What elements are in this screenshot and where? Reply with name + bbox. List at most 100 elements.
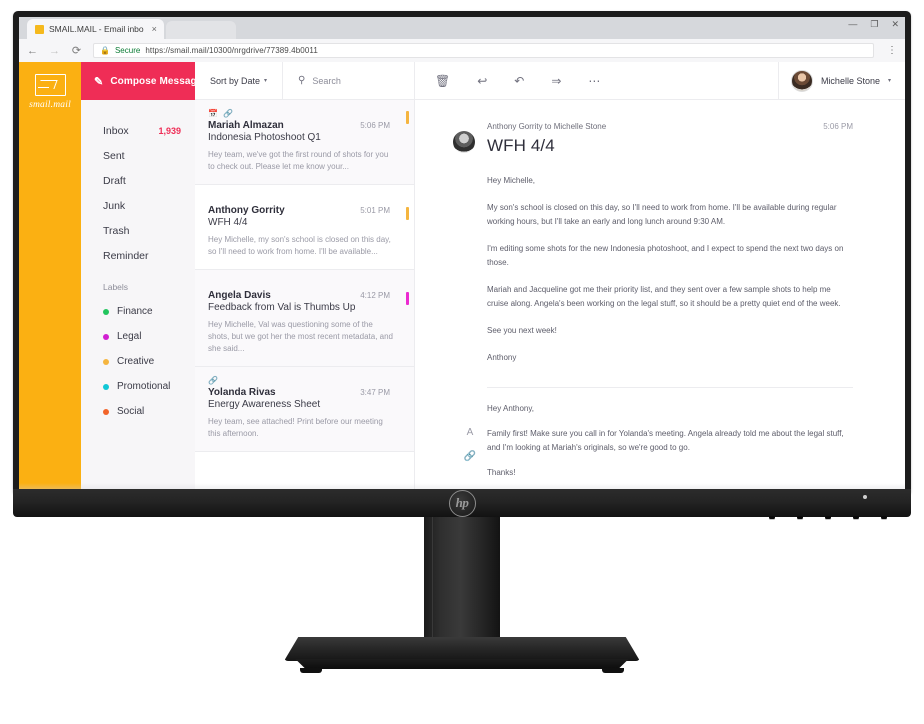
reload-button[interactable]: ⟳	[71, 44, 82, 57]
label-color-dot	[103, 408, 109, 415]
calendar-icon: 📅	[208, 108, 218, 118]
reply-text-area[interactable]: Hey Anthony, Family first! Make sure you…	[487, 402, 853, 491]
sort-label: Sort by Date	[209, 75, 260, 86]
monitor-button[interactable]	[769, 516, 775, 519]
reader-paragraph: Mariah and Jacqueline got me their prior…	[487, 285, 841, 308]
search-placeholder: Search	[312, 75, 341, 86]
monitor-bezel-bottom: hp	[13, 489, 911, 519]
compose-message-button[interactable]: ✎ Compose Message	[81, 62, 202, 100]
folder-list: Inbox 1,939 Sent Draft Junk Trash Remind…	[81, 100, 195, 424]
monitor-stand-foot-right	[602, 668, 624, 673]
sidebar-label-promotional[interactable]: Promotional	[103, 374, 195, 399]
forward-button[interactable]: →	[49, 45, 60, 57]
status-badge	[405, 292, 409, 305]
list-item[interactable]: Angela Davis 4:12 PM Feedback from Val i…	[195, 270, 414, 367]
screen: SMAIL.MAIL - Email inbo × — ❐ ✕ ← → ⟳ 🔒 …	[19, 17, 905, 493]
reply-composer[interactable]: A 🔗 Hey Anthony, Family first! Make sure…	[453, 388, 853, 491]
page-title: WFH 4/4	[487, 136, 555, 155]
forward-icon[interactable]: ⇒	[551, 75, 561, 87]
maximize-button[interactable]: ❐	[870, 20, 878, 29]
search-input[interactable]: ⚲ Search	[283, 75, 414, 86]
folder-label: Inbox	[103, 124, 129, 137]
back-button[interactable]: ←	[27, 45, 38, 57]
label-text: Finance	[117, 306, 153, 317]
reader-header: Anthony Gorrity to Michelle Stone 5:06 P…	[453, 122, 853, 156]
sort-by-date-dropdown[interactable]: Sort by Date ▾	[195, 62, 283, 99]
labels-heading: Labels	[103, 282, 129, 292]
chevron-down-icon: ▾	[264, 78, 268, 84]
folders-panel: ✎ Compose Message Inbox 1,939 Sent Draft	[81, 62, 202, 493]
monitor-power-button[interactable]	[881, 516, 887, 519]
attachment-icon: 🔗	[208, 375, 218, 385]
sidebar-item-draft[interactable]: Draft	[103, 168, 195, 193]
folder-label: Sent	[103, 149, 125, 162]
message-subject: WFH 4/4	[208, 217, 248, 228]
list-item[interactable]: 📅 🔗 Mariah Almazan 5:06 PM Indonesia Pho…	[195, 100, 414, 185]
sidebar-label-social[interactable]: Social	[103, 399, 195, 424]
reader-actions: 🗑 ↩ ↶ ⇒ ⋯	[415, 75, 778, 87]
label-text: Legal	[117, 331, 142, 342]
monitor-button[interactable]	[825, 516, 831, 519]
monitor-stand-foot-left	[300, 668, 322, 673]
close-button[interactable]: ✕	[891, 20, 899, 29]
window-controls: — ❐ ✕	[848, 20, 899, 29]
list-item[interactable]: Anthony Gorrity 5:01 PM WFH 4/4 Hey Mich…	[195, 185, 414, 270]
browser-menu-icon[interactable]: ⋮	[885, 45, 897, 56]
label-text: Creative	[117, 356, 155, 367]
address-bar[interactable]: 🔒 Secure https://smail.mail/10300/nrgdri…	[93, 43, 874, 58]
minimize-button[interactable]: —	[848, 20, 857, 29]
monitor-stand-base-lip	[295, 659, 629, 669]
security-label: Secure	[114, 46, 141, 55]
more-icon[interactable]: ⋯	[588, 75, 600, 87]
envelope-icon	[34, 74, 66, 96]
label-color-dot	[103, 308, 109, 315]
brand-name: smail.mail	[29, 100, 71, 110]
delete-icon[interactable]: 🗑	[435, 75, 450, 87]
tab-close-icon[interactable]: ×	[152, 24, 157, 34]
search-icon: ⚲	[298, 75, 306, 86]
browser-chrome: SMAIL.MAIL - Email inbo × — ❐ ✕ ← → ⟳ 🔒 …	[19, 17, 905, 62]
message-sender: Anthony Gorrity	[208, 205, 285, 216]
message-list-header: Sort by Date ▾ ⚲ Search	[195, 62, 414, 100]
message-subject: Energy Awareness Sheet	[208, 399, 321, 410]
url-text: https://smail.mail/10300/nrgdrive/77389.…	[145, 46, 318, 55]
sidebar-item-sent[interactable]: Sent	[103, 143, 195, 168]
monitor-button[interactable]	[853, 516, 859, 519]
sidebar-item-junk[interactable]: Junk	[103, 193, 195, 218]
sidebar-item-reminder[interactable]: Reminder	[103, 243, 195, 268]
reply-all-icon[interactable]: ↶	[514, 75, 524, 87]
list-item[interactable]: 🔗 Yolanda Rivas 3:47 PM Energy Awareness…	[195, 367, 414, 452]
message-preview: Hey team, see attached! Print before our…	[208, 417, 383, 438]
sidebar-label-legal[interactable]: Legal	[103, 324, 195, 349]
monitor-scene: SMAIL.MAIL - Email inbo × — ❐ ✕ ← → ⟳ 🔒 …	[0, 0, 924, 724]
user-menu[interactable]: Michelle Stone ▾	[777, 62, 905, 99]
reply-icon[interactable]: ↩	[477, 75, 487, 87]
attachment-icon[interactable]: 🔗	[464, 452, 476, 462]
power-led	[863, 495, 867, 499]
mail-favicon	[35, 24, 44, 34]
label-text: Promotional	[117, 381, 171, 392]
sidebar-label-creative[interactable]: Creative	[103, 349, 195, 374]
reply-paragraph: Thanks!	[487, 468, 516, 477]
folder-label: Junk	[103, 199, 126, 212]
label-color-dot	[103, 358, 109, 365]
reply-toolbar: A 🔗	[453, 402, 487, 491]
monitor-control-buttons	[769, 516, 887, 519]
message-preview: Hey team, we've got the first round of s…	[208, 150, 389, 171]
address-bar-row: ← → ⟳ 🔒 Secure https://smail.mail/10300/…	[19, 39, 905, 62]
font-format-icon[interactable]: A	[467, 428, 474, 438]
compose-label: Compose Message	[110, 75, 203, 87]
sidebar-item-inbox[interactable]: Inbox 1,939	[103, 118, 195, 143]
monitor-stand-neck	[424, 517, 500, 639]
sidebar-item-trash[interactable]: Trash	[103, 218, 195, 243]
reader-paragraph: My son's school is closed on this day, s…	[487, 203, 837, 226]
monitor-button[interactable]	[797, 516, 803, 519]
message-preview: Hey Michelle, my son's school is closed …	[208, 235, 391, 256]
reader-body: Anthony Gorrity to Michelle Stone 5:06 P…	[415, 100, 905, 493]
browser-tab[interactable]: SMAIL.MAIL - Email inbo ×	[27, 19, 164, 39]
new-tab-area[interactable]	[165, 21, 236, 39]
sidebar-label-finance[interactable]: Finance	[103, 299, 195, 324]
label-color-dot	[103, 333, 109, 340]
browser-tab-title: SMAIL.MAIL - Email inbo	[49, 24, 144, 34]
avatar	[790, 69, 813, 92]
